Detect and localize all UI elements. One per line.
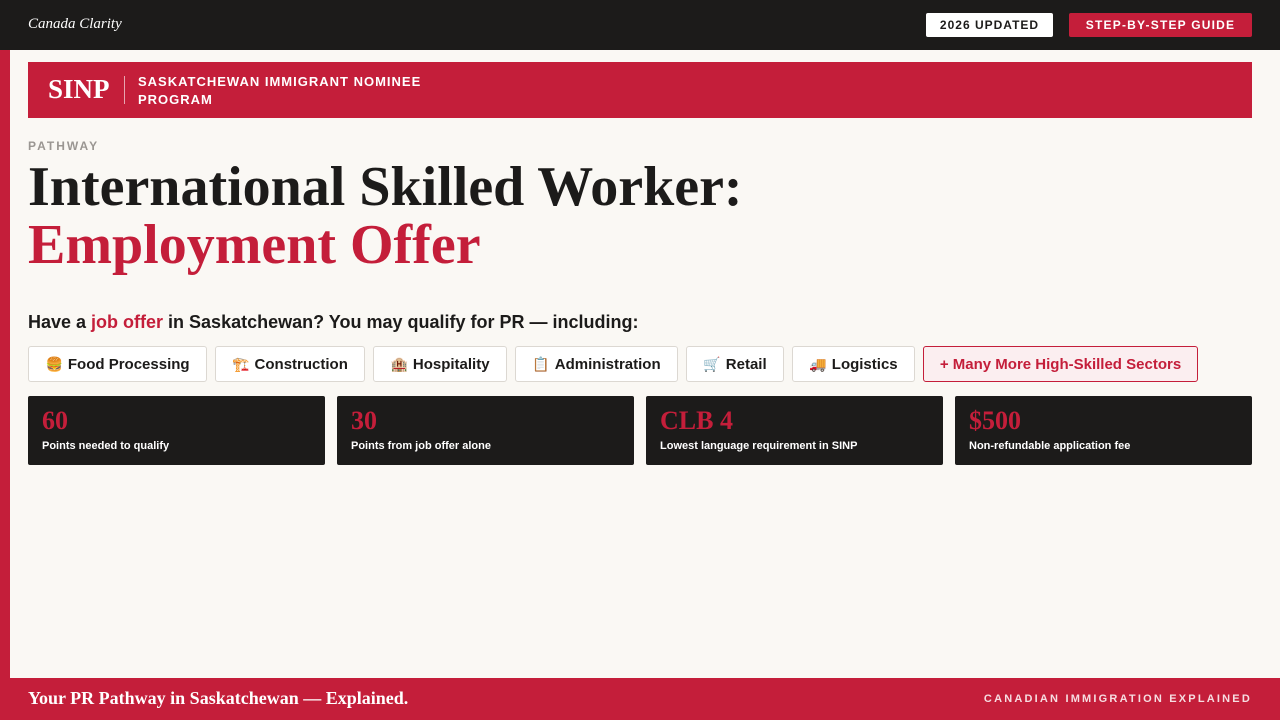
stat-label: Non-refundable application fee [969,440,1131,452]
top-bar: Canada Clarity 2026 UPDATED STEP-BY-STEP… [0,0,1280,50]
banner-divider [124,76,125,104]
program-name: SASKATCHEWAN IMMIGRANT NOMINEE PROGRAM [138,74,422,107]
lead-text: Have a job offer in Saskatchewan? You ma… [28,312,638,333]
program-banner: SINP SASKATCHEWAN IMMIGRANT NOMINEE PROG… [28,62,1252,118]
stat-value: CLB 4 [660,406,733,435]
sector-chip-logistics[interactable]: 🚚 Logistics [792,346,915,382]
shopping-cart-icon: 🛒 [703,355,721,372]
stat-card-fee: $500 Non-refundable application fee [955,396,1252,465]
sector-label: Administration [554,355,661,373]
left-accent-stripe [0,50,10,678]
job-offer-highlight: job offer [91,312,164,332]
site-brand[interactable]: Canada Clarity [28,16,122,33]
truck-icon: 🚚 [809,355,827,372]
program-acronym: SINP [48,74,110,104]
footer-right-label: CANADIAN IMMIGRATION EXPLAINED [983,693,1252,705]
clipboard-icon: 📋 [532,355,550,372]
sector-chip-construction[interactable]: 🏗️ Construction [215,346,365,382]
sector-label: Food Processing [67,355,190,373]
footer-bar: Your PR Pathway in Saskatchewan — Explai… [0,678,1280,720]
step-by-step-guide-button[interactable]: STEP-BY-STEP GUIDE [1069,13,1252,37]
title-line-2: Employment Offer [28,214,481,276]
stat-label: Points needed to qualify [42,440,170,452]
page-title: International Skilled Worker: Employment… [28,158,743,274]
title-line-1: International Skilled Worker: [28,156,743,218]
stat-value: $500 [969,406,1021,435]
sector-label: + Many More High-Skilled Sectors [939,355,1182,373]
pathway-eyebrow: PATHWAY [28,139,100,153]
burger-icon: 🍔 [45,355,63,372]
sector-chip-administration[interactable]: 📋 Administration [515,346,678,382]
updated-badge[interactable]: 2026 UPDATED [926,13,1053,37]
sector-chip-more[interactable]: + Many More High-Skilled Sectors [923,346,1198,382]
sector-chip-retail[interactable]: 🛒 Retail [686,346,784,382]
stat-card-points-needed: 60 Points needed to qualify [28,396,325,465]
lead-prefix: Have a [28,312,92,332]
footer-tagline: Your PR Pathway in Saskatchewan — Explai… [28,688,409,708]
sector-label: Construction [254,355,348,373]
sector-label: Retail [725,355,767,373]
stat-label: Lowest language requirement in SINP [660,440,858,452]
crane-icon: 🏗️ [232,355,250,372]
stat-label: Points from job offer alone [351,440,491,452]
lead-suffix: in Saskatchewan? You may qualify for PR … [163,312,639,332]
sector-chip-food-processing[interactable]: 🍔 Food Processing [28,346,207,382]
hotel-icon: 🏨 [390,355,408,372]
stat-card-job-offer-points: 30 Points from job offer alone [337,396,634,465]
sector-label: Hospitality [412,355,490,373]
stat-value: 60 [42,406,68,435]
sector-chip-hospitality[interactable]: 🏨 Hospitality [373,346,507,382]
sector-label: Logistics [831,355,898,373]
stat-value: 30 [351,406,377,435]
stat-card-language: CLB 4 Lowest language requirement in SIN… [646,396,943,465]
